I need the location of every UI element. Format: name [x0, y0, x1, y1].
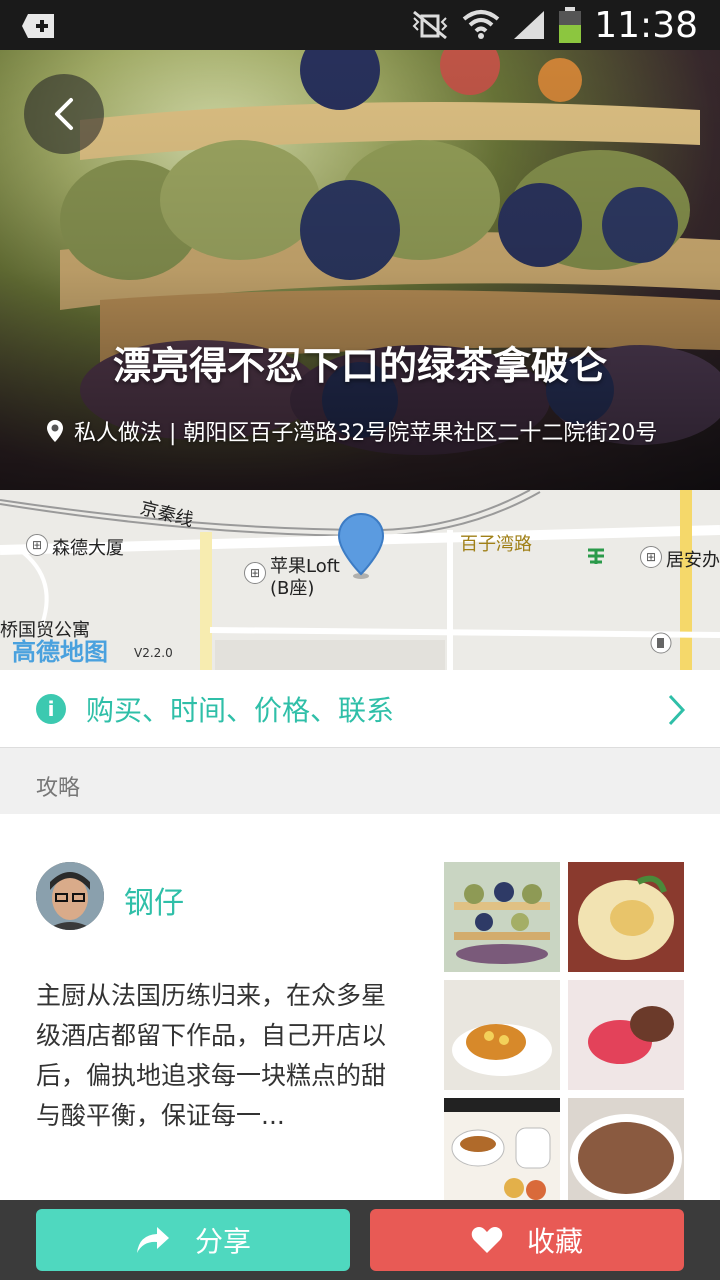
thumbnail-fruit-tart[interactable]	[444, 980, 560, 1090]
share-arrow-icon	[136, 1227, 169, 1253]
map-view[interactable]: 京秦线 ⊞ 森德大厦 ⊞ 苹果Loft (B座) 百子湾路 ⊞ 居安办 桥国贸公…	[0, 490, 720, 670]
gas-station-icon	[650, 632, 672, 654]
map-brand-logo: 高德地图	[12, 638, 108, 666]
info-icon: i	[36, 693, 66, 724]
chevron-left-icon	[55, 98, 73, 130]
avatar[interactable]	[36, 862, 104, 930]
thumbnail-grid	[444, 862, 684, 1208]
status-time: 11:38	[594, 4, 698, 46]
poi-icon: ⊞	[244, 562, 266, 584]
chevron-right-icon	[668, 694, 686, 726]
location-text: 私人做法 | 朝阳区百子湾路32号院苹果社区二十二院街20号	[74, 421, 658, 446]
guide-description: 主厨从法国历练归来，在众多星级酒店都留下作品，自己开店以后，偏执地追求每一块糕点…	[36, 981, 387, 1130]
thumbnail-napoleon[interactable]	[444, 862, 560, 972]
status-bar: 11:38	[0, 0, 720, 50]
purchase-info-label: 购买、时间、价格、联系	[86, 693, 395, 727]
avatar-face	[36, 862, 104, 930]
section-header: 攻略	[0, 748, 720, 814]
map-version: V2.2.0	[134, 646, 173, 660]
page-title: 漂亮得不忍下口的绿茶拿破仑	[112, 344, 607, 388]
notification-plus-icon	[22, 14, 54, 38]
thumbnail-tea-set[interactable]	[444, 1098, 560, 1208]
favorite-button[interactable]: 收藏	[370, 1209, 684, 1271]
share-button[interactable]: 分享	[36, 1209, 350, 1271]
location-pin-icon	[47, 420, 63, 442]
map-label-juan: 居安办	[666, 550, 720, 571]
map-label-apple-loft-b: (B座)	[270, 578, 315, 599]
poi-icon: ⊞	[26, 534, 48, 556]
bottom-action-bar: 分享 收藏	[0, 1200, 720, 1280]
favorite-label: 收藏	[526, 1225, 583, 1258]
hero-image: 漂亮得不忍下口的绿茶拿破仑 私人做法 | 朝阳区百子湾路32号院苹果社区二十二院…	[0, 50, 720, 490]
signal-icon	[514, 11, 545, 39]
heart-icon	[471, 1227, 503, 1253]
back-button[interactable]	[24, 74, 104, 154]
author-name[interactable]: 钢仔	[124, 878, 184, 922]
thumbnail-creme-brulee[interactable]	[568, 862, 684, 972]
battery-icon	[559, 7, 582, 43]
section-title: 攻略	[36, 776, 81, 801]
poi-icon: ⊞	[640, 546, 662, 568]
thumbnail-hot-chocolate[interactable]	[568, 1098, 684, 1208]
vibrate-mute-icon	[412, 10, 448, 40]
thumbnail-macarons[interactable]	[568, 980, 684, 1090]
purchase-info-row[interactable]: i 购买、时间、价格、联系	[0, 670, 720, 748]
map-marker-icon	[337, 512, 385, 579]
location-line: 私人做法 | 朝阳区百子湾路32号院苹果社区二十二院街20号	[46, 415, 657, 447]
share-label: 分享	[194, 1225, 251, 1258]
map-label-baiziwan: 百子湾路	[460, 534, 532, 555]
map-label-sende: 森德大厦	[52, 538, 124, 559]
post-office-icon	[588, 548, 604, 564]
wifi-icon	[462, 10, 500, 39]
